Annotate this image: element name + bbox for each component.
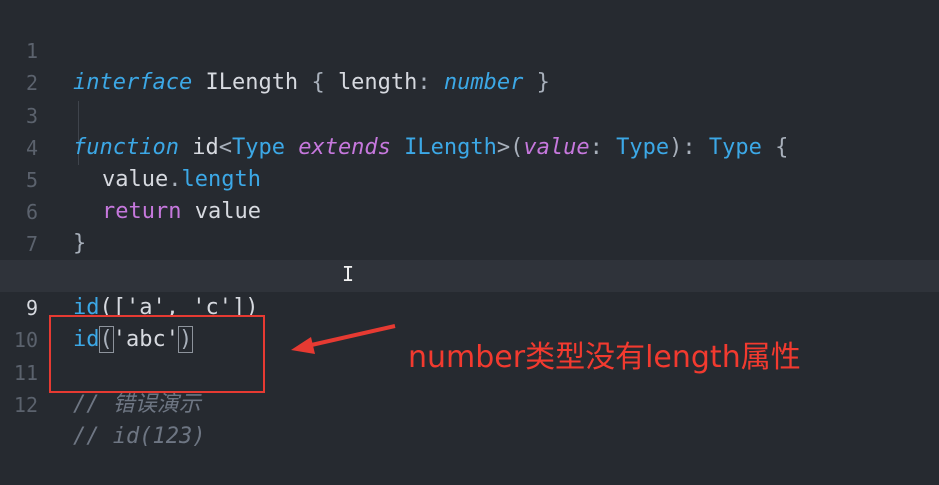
- text-cursor-icon: I: [342, 262, 355, 286]
- highlight-box: [49, 315, 265, 393]
- code-line-1[interactable]: 1 interface ILength { length: number }: [0, 3, 939, 95]
- code-line-6[interactable]: 6 }: [0, 164, 939, 256]
- code-line-9[interactable]: 9 id('abc'): [0, 260, 939, 353]
- line-number: 12: [13, 393, 38, 417]
- code-line-8[interactable]: 8 id(['a', 'c']): [0, 228, 939, 320]
- comment: // id(123): [73, 424, 206, 449]
- code-line-4[interactable]: 4 value.length: [0, 100, 939, 192]
- code-line-3[interactable]: 3 function id<Type extends ILength>(valu…: [0, 68, 939, 160]
- annotation-note: number类型没有length属性: [408, 340, 801, 375]
- code-line-5[interactable]: 5 return value: [0, 132, 939, 224]
- code-line-7[interactable]: 7: [0, 196, 939, 256]
- code-line-2[interactable]: 2: [0, 35, 939, 95]
- comment: // 错误演示: [73, 392, 201, 417]
- code-editor[interactable]: 1 interface ILength { length: number } 2…: [0, 0, 939, 449]
- arrow-icon: [291, 324, 396, 354]
